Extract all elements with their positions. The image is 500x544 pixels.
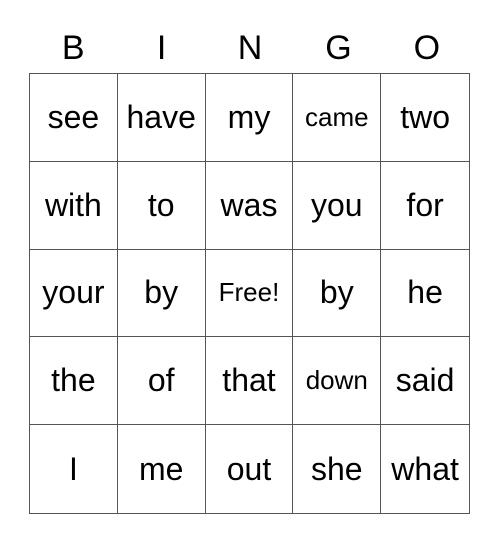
- bingo-cell: have: [117, 74, 206, 162]
- bingo-cell: for: [381, 162, 469, 250]
- bingo-header: B I N G O: [29, 26, 471, 70]
- bingo-cell: see: [30, 74, 118, 162]
- bingo-cell: me: [118, 425, 206, 513]
- free-space-cell: Free!: [205, 249, 294, 338]
- bingo-cell: out: [206, 425, 294, 513]
- bingo-cell: two: [381, 74, 469, 162]
- bingo-cell: my: [205, 74, 294, 162]
- bingo-cell: I: [30, 425, 118, 513]
- bingo-cell: by: [293, 249, 382, 338]
- bingo-cell: with: [30, 161, 118, 250]
- bingo-cell: was: [205, 161, 294, 250]
- bingo-cell: that: [205, 337, 294, 426]
- header-letter-i: I: [156, 29, 167, 67]
- bingo-cell: came: [293, 74, 382, 162]
- bingo-cell: what: [391, 450, 459, 487]
- bingo-cell: your: [30, 249, 118, 338]
- bingo-cell: you: [293, 161, 382, 250]
- bingo-cell: she: [293, 425, 382, 513]
- header-letter-o: O: [413, 29, 441, 67]
- header-letter-b: B: [61, 29, 85, 67]
- bingo-cell: down: [293, 337, 382, 426]
- header-letter-n: N: [237, 29, 263, 67]
- bingo-cell: the: [30, 337, 118, 426]
- bingo-cell: said: [381, 337, 469, 426]
- bingo-cell: by: [117, 249, 206, 338]
- bingo-cell: of: [117, 337, 206, 426]
- bingo-cell: to: [117, 161, 206, 250]
- header-letter-g: G: [325, 29, 352, 67]
- bingo-grid: see have my came two with to was you for your by Fre…: [29, 73, 470, 514]
- bingo-cell: he: [381, 250, 469, 338]
